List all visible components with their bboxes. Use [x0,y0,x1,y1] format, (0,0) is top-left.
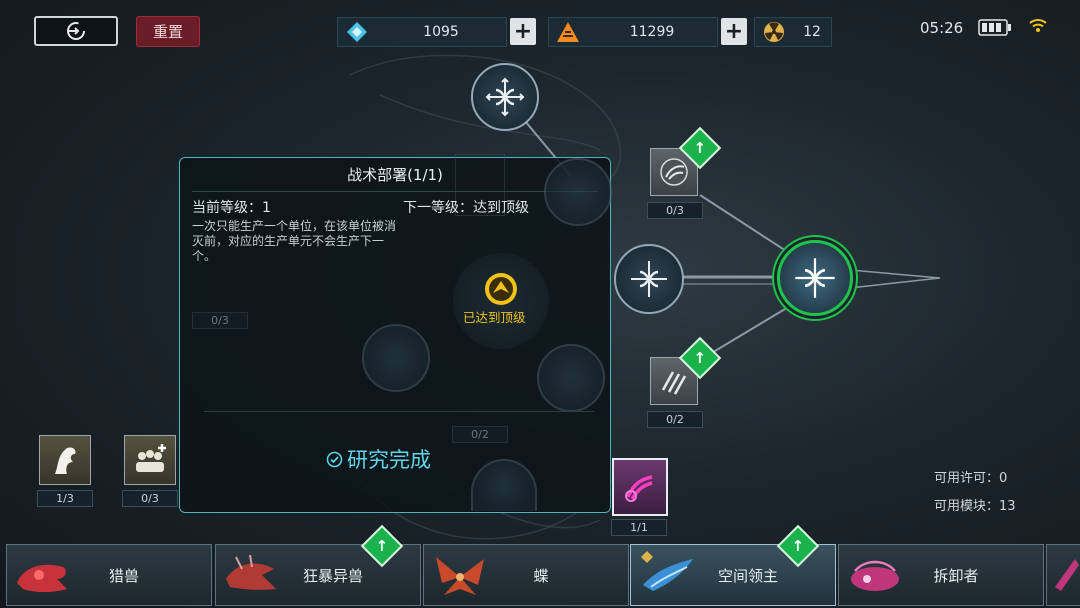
spear-tip [849,269,941,289]
dna-icon [795,258,835,298]
dna-research-node-faded [362,324,430,392]
unit-tab-butterfly[interactable]: 蝶 [423,544,629,606]
dragon-claw-icon [660,158,688,186]
battery-icon [978,19,1011,36]
orange-triangle-icon [549,18,587,46]
upgrade-count-a: 0/3 [647,202,703,219]
modules-value: 12 [803,24,821,40]
add-crystal-button[interactable]: + [510,18,536,45]
research-complete-status: 研究完成 [326,444,431,474]
exit-icon [67,22,85,40]
check-circle-icon [326,451,343,467]
crystal-resource: 1095 [337,17,507,47]
next-level: 下一等级：达到顶级 [403,200,529,216]
module-squid[interactable] [39,435,91,485]
dna-research-node-faded [471,459,537,511]
panel-divider [192,191,598,192]
pink-module-count: 1/1 [611,519,667,536]
panel-divider-lower [204,411,594,412]
module-squid-count: 1/3 [37,490,93,507]
exit-button[interactable] [34,16,118,46]
connector-up [699,194,801,261]
dismantler-unit-icon [851,560,899,591]
clock: 05:26 [920,19,964,37]
pink-unit-icon [1055,559,1079,591]
available-permits: 可用许可：0 [934,471,1008,486]
current-level: 当前等级：1 [192,200,271,216]
group-add-icon [136,444,166,472]
module-group-count: 0/3 [122,490,178,507]
red-beast-unit-icon [17,564,67,592]
wifi-icon [1029,19,1047,32]
available-modules: 可用模块：13 [934,499,1016,514]
hidden-module-count: 0/3 [192,312,248,329]
module-group-add[interactable] [124,435,176,485]
butterfly-unit-icon [436,557,484,595]
crystal-diamond-icon [338,18,376,46]
research-description: 一次只能生产一个单位，在该单位被消灭前，对应的生产单元不会生产下一个。 [192,219,397,263]
dna-research-node-faded [537,344,605,412]
unit-tab-hunter[interactable]: 猎兽 [6,544,212,606]
dna-research-node-middle[interactable] [614,244,684,314]
unit-tab-next-partial[interactable] [1046,544,1080,606]
squid-creature-icon [55,447,76,474]
speed-arrows-icon [661,371,687,395]
berserk-beast-unit-icon [226,554,276,590]
modules-resource: 12 [754,17,832,47]
pink-blade-icon [625,475,653,502]
radiation-icon [755,18,793,46]
upgrade-count-b: 0/2 [647,411,703,428]
credits-resource: 11299 [548,17,718,47]
space-lord-unit-icon [641,551,693,591]
add-credits-button[interactable]: + [721,18,747,45]
reset-button[interactable]: 重置 [136,16,200,47]
pink-weapon-module[interactable] [612,458,668,516]
hidden-module-count: 0/2 [452,426,508,443]
unit-tab-dismantler[interactable]: 拆卸者 [838,544,1044,606]
research-info-panel: 战术部署(1/1) 0/3 0/2 当前等级：1 下一等级：达到顶级 一次只能生… [179,154,612,513]
dna-icon [485,77,525,117]
crystal-value: 1095 [423,24,459,40]
dna-research-node-selected[interactable] [777,240,853,316]
dna-research-node-faded [544,158,612,226]
dna-icon [631,261,667,297]
research-complete-label: 研究完成 [347,448,431,472]
gold-chevron-icon [485,273,517,305]
dna-research-node-top[interactable] [471,63,539,131]
max-level-label: 已达到顶级 [463,310,526,325]
credits-value: 11299 [629,24,675,40]
